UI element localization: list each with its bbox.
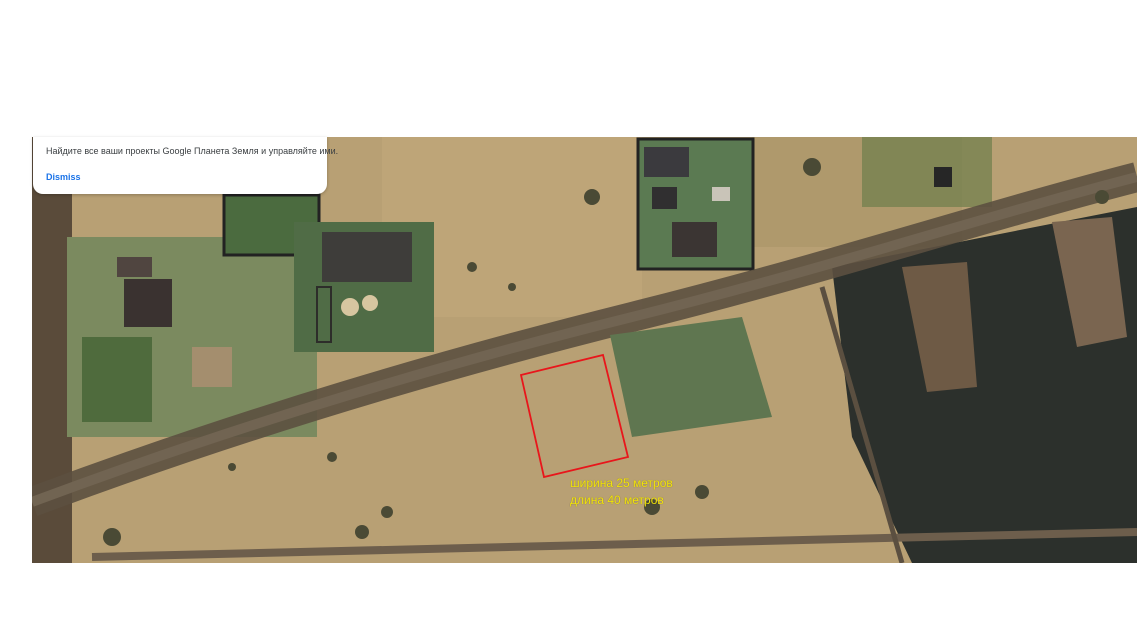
projects-notice: Найдите все ваши проекты Google Планета … bbox=[33, 137, 338, 194]
yard-patch bbox=[192, 347, 232, 387]
house-roof bbox=[124, 279, 172, 327]
small-building bbox=[712, 187, 730, 201]
notice-message: Найдите все ваши проекты Google Планета … bbox=[46, 146, 339, 156]
plot-length-label: длина 40 метров bbox=[570, 493, 664, 507]
top-blank-area bbox=[0, 0, 1137, 137]
house-roof bbox=[672, 222, 717, 257]
dismiss-button[interactable]: Dismiss bbox=[46, 172, 81, 182]
green-patch bbox=[862, 137, 992, 207]
small-building bbox=[934, 167, 952, 187]
plot-width-label: ширина 25 метров bbox=[570, 476, 673, 490]
bottom-blank-area bbox=[0, 563, 1137, 640]
garden-bed bbox=[82, 337, 152, 422]
shed-roof bbox=[117, 257, 152, 277]
shed-roof bbox=[652, 187, 677, 209]
sand-pile bbox=[362, 295, 378, 311]
house-roof bbox=[644, 147, 689, 177]
construction-area bbox=[322, 232, 412, 282]
sand-pile bbox=[341, 298, 359, 316]
